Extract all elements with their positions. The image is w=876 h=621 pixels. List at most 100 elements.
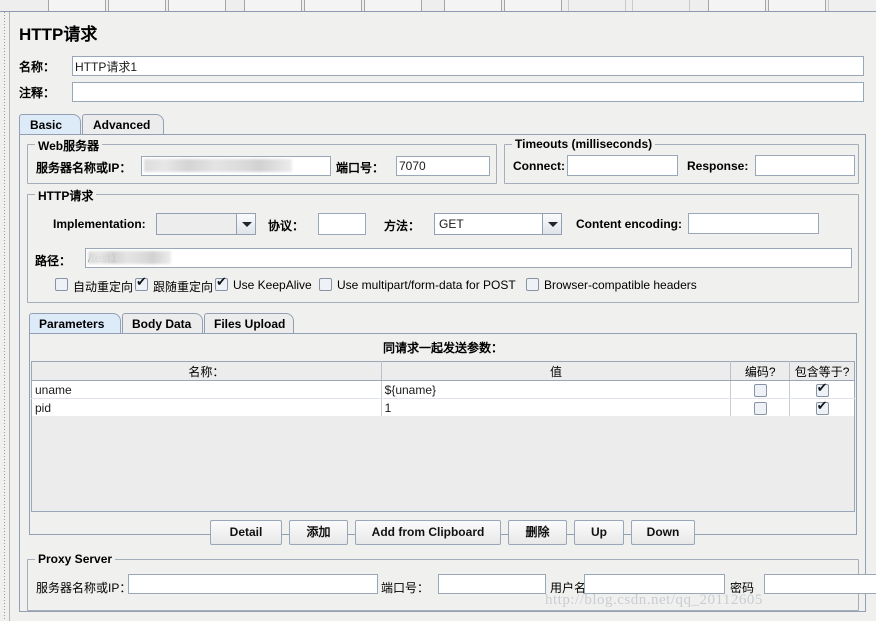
proxy-port-input[interactable] (438, 574, 546, 594)
down-button[interactable]: Down (631, 520, 695, 545)
content-encoding-input[interactable] (688, 213, 819, 234)
down-button-label: Down (646, 525, 680, 539)
name-input[interactable] (72, 56, 864, 76)
content-encoding-label: Content encoding: (576, 217, 682, 231)
page-title: HTTP请求 (19, 25, 98, 44)
cell-param-name[interactable]: uname (31, 380, 382, 399)
chevron-down-icon[interactable] (236, 214, 255, 234)
method-combo[interactable]: GET (434, 213, 562, 235)
toolbar-button[interactable] (304, 0, 362, 11)
detail-button-label: Detail (229, 525, 263, 539)
tab-advanced[interactable]: Advanced (82, 114, 164, 135)
method-label: 方法： (384, 219, 421, 233)
basic-tab-content: Web服务器 服务器名称或IP： 端口号： Timeouts (millisec… (19, 134, 876, 612)
toolbar-button[interactable] (568, 0, 626, 11)
toolbar-button[interactable] (108, 0, 166, 11)
server-name-field-wrap (141, 156, 331, 176)
http-request-group: HTTP请求 Implementation: 协议： 方法： GET Conte… (27, 187, 859, 303)
toolbar-button[interactable] (444, 0, 502, 11)
cell-param-encode[interactable] (730, 398, 791, 417)
comment-input[interactable] (72, 82, 864, 102)
toolbar-button[interactable] (768, 0, 826, 11)
toolbar-button[interactable] (828, 0, 876, 11)
column-header-include-equals[interactable]: 包含等于? (789, 361, 855, 381)
proxy-server-name-input[interactable] (128, 574, 378, 594)
checkbox-encode[interactable] (753, 383, 767, 397)
path-redaction (88, 251, 171, 264)
toolbar-button[interactable] (504, 0, 562, 11)
toolbar-button[interactable] (364, 0, 422, 11)
cell-param-include-equals[interactable] (789, 398, 855, 417)
column-header-value[interactable]: 值 (381, 361, 732, 381)
detail-button[interactable]: Detail (210, 520, 282, 545)
table-row[interactable]: pid 1 (31, 398, 855, 417)
response-label: Response: (687, 159, 749, 173)
tab-basic[interactable]: Basic (19, 114, 81, 135)
checkbox-include-equals[interactable] (815, 381, 829, 397)
checkbox-multipart-form-data[interactable] (319, 278, 332, 291)
chevron-down-icon[interactable] (542, 214, 561, 234)
column-header-encode[interactable]: 编码? (730, 361, 791, 381)
toolbar-button[interactable] (632, 0, 690, 11)
table-row[interactable]: uname ${uname} (31, 380, 855, 399)
column-header-name[interactable]: 名称： (31, 361, 382, 381)
tab-body-data[interactable]: Body Data (122, 313, 203, 334)
tab-files-upload-label: Files Upload (214, 317, 286, 331)
tab-parameters[interactable]: Parameters (29, 313, 121, 334)
server-name-redaction (144, 159, 292, 172)
timeouts-group: Timeouts (milliseconds) Connect: Respons… (504, 137, 859, 184)
timeouts-group-label: Timeouts (milliseconds) (512, 137, 656, 151)
toolbar-button[interactable] (168, 0, 226, 11)
checkbox-browser-compatible-headers-label: Browser-compatible headers (544, 278, 697, 292)
checkbox-multipart-form-data-label: Use multipart/form-data for POST (337, 278, 516, 292)
delete-button[interactable]: 删除 (508, 520, 567, 545)
add-from-clipboard-button-label: Add from Clipboard (371, 525, 485, 539)
toolbar-button[interactable] (48, 0, 106, 11)
tab-advanced-label: Advanced (93, 118, 151, 132)
proxy-server-name-label: 服务器名称或IP： (36, 581, 132, 595)
toolbar-strip (0, 0, 876, 12)
add-button[interactable]: 添加 (289, 520, 348, 545)
proxy-server-group-label: Proxy Server (35, 552, 116, 566)
toolbar-button[interactable] (708, 0, 766, 11)
delete-button-label: 删除 (525, 525, 550, 539)
up-button-label: Up (591, 525, 607, 539)
cell-param-name[interactable]: pid (31, 398, 382, 417)
http-request-window: HTTP请求 名称： 注释： Basic Advanced Web服务器 服务器 (0, 12, 876, 621)
add-from-clipboard-button[interactable]: Add from Clipboard (355, 520, 501, 545)
tab-files-upload[interactable]: Files Upload (204, 313, 294, 334)
protocol-input[interactable] (318, 213, 366, 235)
parameters-tab-content: 同请求一起发送参数： 名称： 值 编码? 包含等于? uname ${uname… (29, 333, 857, 545)
cell-param-value[interactable]: 1 (381, 398, 732, 417)
checkbox-include-equals[interactable] (815, 399, 829, 415)
parameters-table: 名称： 值 编码? 包含等于? uname ${uname} ✔ pid 1 ✔ (31, 361, 855, 417)
cell-param-encode[interactable] (730, 380, 791, 399)
cell-param-value[interactable]: ${uname} (381, 380, 732, 399)
http-request-group-label: HTTP请求 (35, 187, 97, 204)
protocol-label: 协议： (268, 219, 305, 233)
path-input[interactable] (85, 248, 852, 268)
proxy-password-input[interactable] (764, 574, 876, 594)
cell-param-include-equals[interactable] (789, 380, 855, 399)
checkbox-auto-redirect-label: 自动重定向 (73, 280, 134, 294)
checkbox-auto-redirect[interactable] (55, 278, 68, 291)
main-tabs: Basic Advanced (19, 114, 866, 135)
table-header-row: 名称： 值 编码? 包含等于? (31, 361, 855, 381)
split-pane-divider[interactable] (0, 12, 10, 621)
toolbar-button[interactable] (244, 0, 302, 11)
checkbox-encode[interactable] (753, 401, 767, 415)
response-timeout-input[interactable] (755, 155, 855, 176)
checkbox-follow-redirect[interactable] (135, 275, 148, 291)
server-name-label: 服务器名称或IP： (36, 161, 132, 175)
implementation-combo[interactable] (156, 213, 256, 235)
proxy-username-input[interactable] (584, 574, 725, 594)
port-input[interactable] (396, 156, 490, 176)
up-button[interactable]: Up (574, 520, 624, 545)
checkbox-browser-compatible-headers[interactable] (526, 278, 539, 291)
path-field-wrap (85, 248, 852, 268)
tab-body-data-label: Body Data (132, 317, 192, 331)
table-empty-area (31, 416, 855, 512)
checkbox-use-keepalive[interactable] (215, 275, 228, 291)
tab-parameters-label: Parameters (39, 317, 105, 331)
connect-timeout-input[interactable] (567, 155, 678, 176)
